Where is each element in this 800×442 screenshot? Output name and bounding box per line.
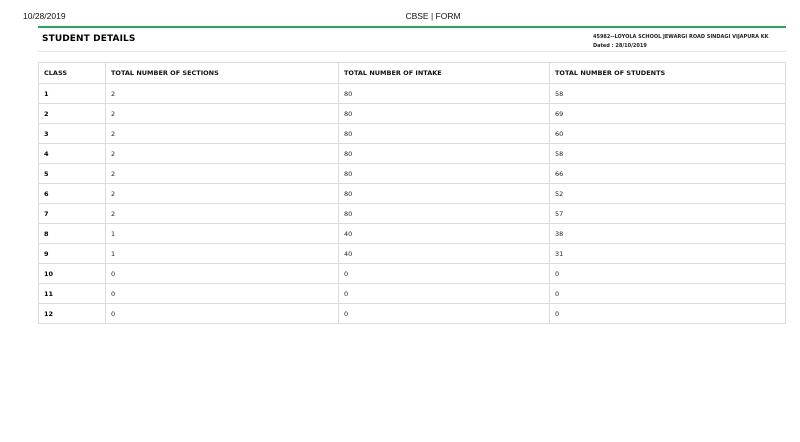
table-row: 8 1 40 38 [38,223,786,244]
sections-cell: 2 [105,203,339,224]
school-name: 45982--LOYOLA SCHOOL JEWARGI ROAD SINDAG… [593,34,769,40]
students-cell: 58 [549,143,786,164]
sections-cell: 0 [105,283,339,304]
table-row: 9 1 40 31 [38,243,786,264]
students-cell: 0 [549,303,786,324]
intake-cell: 40 [338,243,550,264]
table-row: 11 0 0 0 [38,283,786,304]
form-page: 10/28/2019 CBSE | FORM STUDENT DETAILS 4… [0,0,800,442]
table-row: 12 0 0 0 [38,303,786,324]
intake-cell: 80 [338,183,550,204]
table-row: 10 0 0 0 [38,263,786,284]
column-header-students: TOTAL NUMBER OF STUDENTS [549,62,786,84]
class-cell: 12 [38,303,106,324]
table-row: 6 2 80 52 [38,183,786,204]
print-header: 10/28/2019 CBSE | FORM [0,11,800,25]
sections-cell: 2 [105,183,339,204]
sections-cell: 2 [105,103,339,124]
table-row: 1 2 80 58 [38,83,786,104]
column-header-class: CLASS [38,62,106,84]
class-cell: 1 [38,83,106,104]
table-row: 7 2 80 57 [38,203,786,224]
table-body: 1 2 80 58 2 2 80 69 3 2 80 60 4 2 80 58 5 2 80 66 6 2 80 52 7 2 80… [38,83,786,324]
intake-cell: 0 [338,263,550,284]
students-cell: 58 [549,83,786,104]
school-info: 45982--LOYOLA SCHOOL JEWARGI ROAD SINDAG… [593,33,768,51]
title-divider [38,51,786,52]
sections-cell: 0 [105,263,339,284]
table-row: 3 2 80 60 [38,123,786,144]
sections-cell: 2 [105,123,339,144]
students-cell: 0 [549,283,786,304]
sections-cell: 1 [105,243,339,264]
students-cell: 0 [549,263,786,284]
students-cell: 69 [549,103,786,124]
class-cell: 8 [38,223,106,244]
students-cell: 52 [549,183,786,204]
table-row: 5 2 80 66 [38,163,786,184]
intake-cell: 80 [338,123,550,144]
sections-cell: 1 [105,223,339,244]
student-details-table: CLASS TOTAL NUMBER OF SECTIONS TOTAL NUM… [38,62,786,324]
sections-cell: 2 [105,83,339,104]
sections-cell: 2 [105,163,339,184]
column-header-intake: TOTAL NUMBER OF INTAKE [338,62,550,84]
intake-cell: 80 [338,163,550,184]
students-cell: 60 [549,123,786,144]
print-title: CBSE | FORM [405,11,461,21]
intake-cell: 0 [338,303,550,324]
sections-cell: 2 [105,143,339,164]
students-cell: 31 [549,243,786,264]
accent-divider [38,26,786,28]
table-row: 4 2 80 58 [38,143,786,164]
students-cell: 57 [549,203,786,224]
intake-cell: 40 [338,223,550,244]
dated-line: Dated : 28/10/2019 [593,43,647,49]
class-cell: 5 [38,163,106,184]
section-title: STUDENT DETAILS [42,34,136,44]
sections-cell: 0 [105,303,339,324]
intake-cell: 80 [338,143,550,164]
students-cell: 66 [549,163,786,184]
intake-cell: 80 [338,103,550,124]
class-cell: 3 [38,123,106,144]
class-cell: 4 [38,143,106,164]
intake-cell: 80 [338,203,550,224]
class-cell: 9 [38,243,106,264]
table-header-row: CLASS TOTAL NUMBER OF SECTIONS TOTAL NUM… [38,62,786,84]
class-cell: 6 [38,183,106,204]
class-cell: 10 [38,263,106,284]
students-cell: 38 [549,223,786,244]
intake-cell: 0 [338,283,550,304]
class-cell: 7 [38,203,106,224]
table-row: 2 2 80 69 [38,103,786,124]
intake-cell: 80 [338,83,550,104]
column-header-sections: TOTAL NUMBER OF SECTIONS [105,62,339,84]
class-cell: 11 [38,283,106,304]
class-cell: 2 [38,103,106,124]
